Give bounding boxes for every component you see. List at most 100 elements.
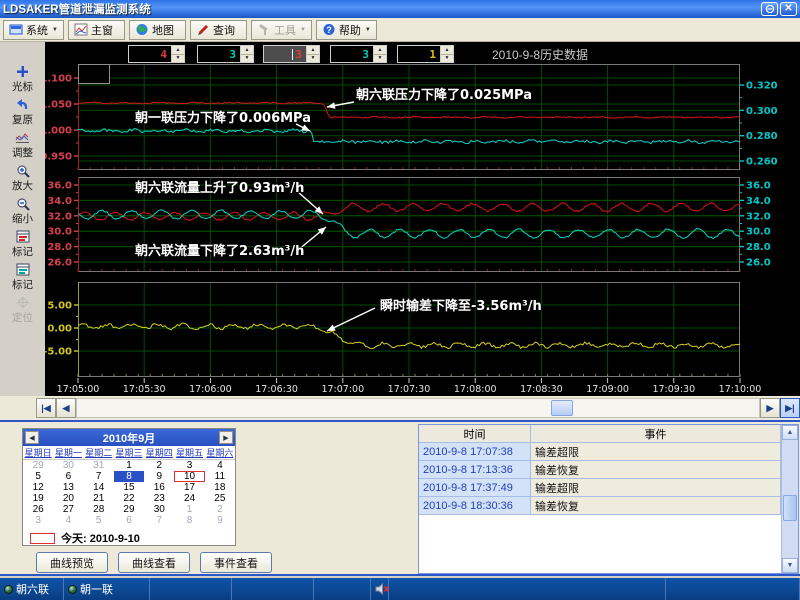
calendar-day[interactable]: 6 <box>53 471 83 482</box>
calendar-day[interactable]: 18 <box>205 482 235 493</box>
scroll-skip-start-icon[interactable]: |◀ <box>36 398 56 418</box>
channel-spinner-1[interactable]: 4▲▼ <box>128 45 185 63</box>
weekday-label[interactable]: 星期五 <box>174 446 204 459</box>
titlebar-theta-icon[interactable] <box>761 2 778 16</box>
calendar-day[interactable]: 5 <box>23 471 53 482</box>
event-row[interactable]: 2010-9-8 17:13:36输差恢复 <box>419 461 781 479</box>
spinner-up-icon[interactable]: ▲ <box>241 46 253 55</box>
spinner-up-icon[interactable]: ▲ <box>374 46 386 55</box>
curve-preview-button[interactable]: 曲线预览 <box>36 552 108 573</box>
calendar-day[interactable]: 30 <box>144 504 174 515</box>
spinner-up-icon[interactable]: ▲ <box>307 46 319 55</box>
scroll-step-right-icon[interactable]: ▶ <box>760 398 780 418</box>
calendar-day[interactable]: 1 <box>114 460 144 471</box>
calendar-day[interactable]: 26 <box>23 504 53 515</box>
calendar-day[interactable]: 20 <box>53 493 83 504</box>
calendar-day[interactable]: 21 <box>84 493 114 504</box>
calendar-day[interactable]: 4 <box>205 460 235 471</box>
menu-main-window-button[interactable]: 主窗 <box>68 20 125 40</box>
scroll-track[interactable] <box>76 398 760 418</box>
spinner-down-icon[interactable]: ▼ <box>307 55 319 63</box>
channel-spinner-4[interactable]: 3▲▼ <box>330 45 387 63</box>
calendar-day[interactable]: 30 <box>53 460 83 471</box>
calendar-day[interactable]: 15 <box>114 482 144 493</box>
calendar-day[interactable]: 14 <box>84 482 114 493</box>
menu-map-button[interactable]: 地图 <box>129 20 186 40</box>
calendar-day[interactable]: 7 <box>144 515 174 526</box>
events-scrollbar[interactable]: ▲ ▼ <box>781 425 798 573</box>
tool-restore[interactable]: 复原 <box>0 97 45 128</box>
station-tab-2[interactable]: 朝一联 <box>64 578 150 600</box>
weekday-label[interactable]: 星期四 <box>144 446 174 459</box>
spinner-down-icon[interactable]: ▼ <box>374 55 386 63</box>
calendar-day[interactable]: 23 <box>144 493 174 504</box>
curve-view-button[interactable]: 曲线查看 <box>118 552 190 573</box>
calendar-day[interactable]: 19 <box>23 493 53 504</box>
spinner-up-icon[interactable]: ▲ <box>172 46 184 55</box>
channel-spinner-3[interactable]: 3▲▼ <box>263 45 320 63</box>
calendar-day[interactable]: 29 <box>23 460 53 471</box>
calendar-day[interactable]: 8 <box>174 515 204 526</box>
calendar-day[interactable]: 9 <box>205 515 235 526</box>
calendar-day[interactable]: 13 <box>53 482 83 493</box>
calendar-day[interactable]: 31 <box>84 460 114 471</box>
menu-system-button[interactable]: 系统▼ <box>3 20 64 40</box>
calendar-day[interactable]: 3 <box>174 460 204 471</box>
tool-cursor[interactable]: 光标 <box>0 64 45 95</box>
weekday-label[interactable]: 星期一 <box>53 446 83 459</box>
calendar-day[interactable]: 6 <box>114 515 144 526</box>
tool-mark-1[interactable]: 标记 <box>0 229 45 260</box>
menu-query-button[interactable]: 查询 <box>190 20 247 40</box>
calendar-day[interactable]: 27 <box>53 504 83 515</box>
scroll-step-left-icon[interactable]: ◀ <box>56 398 76 418</box>
weekday-label[interactable]: 星期日 <box>23 446 53 459</box>
tool-zoom-out[interactable]: 缩小 <box>0 196 45 227</box>
calendar-day[interactable]: 25 <box>205 493 235 504</box>
calendar-day[interactable]: 2 <box>205 504 235 515</box>
station-tab-1[interactable]: 朝六联 <box>0 578 64 600</box>
today-label[interactable]: 今天: 2010-9-10 <box>61 530 140 546</box>
spinner-down-icon[interactable]: ▼ <box>241 55 253 63</box>
calendar-day[interactable]: 22 <box>114 493 144 504</box>
calendar-day-today[interactable]: 10 <box>174 471 204 482</box>
weekday-label[interactable]: 星期二 <box>84 446 114 459</box>
event-row[interactable]: 2010-9-8 18:30:36输差恢复 <box>419 497 781 515</box>
calendar-day[interactable]: 24 <box>174 493 204 504</box>
event-view-button[interactable]: 事件查看 <box>200 552 272 573</box>
event-row[interactable]: 2010-9-8 17:07:38输差超限 <box>419 443 781 461</box>
calendar-day[interactable]: 11 <box>205 471 235 482</box>
events-scroll-thumb[interactable] <box>783 495 797 521</box>
calendar-day[interactable]: 3 <box>23 515 53 526</box>
channel-spinner-5[interactable]: 1▲▼ <box>397 45 454 63</box>
calendar-next-icon[interactable]: ▶ <box>219 431 233 444</box>
events-scroll-down-icon[interactable]: ▼ <box>782 558 798 573</box>
close-icon[interactable]: ✕ <box>780 2 797 16</box>
calendar-day[interactable]: 12 <box>23 482 53 493</box>
calendar-day[interactable]: 7 <box>84 471 114 482</box>
calendar-day[interactable]: 4 <box>53 515 83 526</box>
calendar-day-selected[interactable]: 8 <box>114 471 144 482</box>
calendar-day[interactable]: 16 <box>144 482 174 493</box>
muted-speaker-icon[interactable] <box>375 583 390 595</box>
scroll-thumb[interactable] <box>551 400 573 416</box>
spinner-down-icon[interactable]: ▼ <box>172 55 184 63</box>
channel-spinner-2[interactable]: 3▲▼ <box>197 45 254 63</box>
calendar-day[interactable]: 17 <box>174 482 204 493</box>
menu-help-button[interactable]: ?帮助▼ <box>316 20 377 40</box>
calendar-day[interactable]: 28 <box>84 504 114 515</box>
calendar-day[interactable]: 29 <box>114 504 144 515</box>
spinner-up-icon[interactable]: ▲ <box>441 46 453 55</box>
calendar-day[interactable]: 9 <box>144 471 174 482</box>
weekday-label[interactable]: 星期三 <box>114 446 144 459</box>
scroll-skip-end-icon[interactable]: ▶| <box>780 398 800 418</box>
calendar-day[interactable]: 5 <box>84 515 114 526</box>
spinner-down-icon[interactable]: ▼ <box>441 55 453 63</box>
calendar-day[interactable]: 1 <box>174 504 204 515</box>
event-row[interactable]: 2010-9-8 17:37:49输差超限 <box>419 479 781 497</box>
calendar-day[interactable]: 2 <box>144 460 174 471</box>
calendar-prev-icon[interactable]: ◀ <box>25 431 39 444</box>
tool-mark-2[interactable]: 标记 <box>0 262 45 293</box>
events-scroll-up-icon[interactable]: ▲ <box>782 425 798 440</box>
tool-zoom-in[interactable]: 放大 <box>0 163 45 194</box>
tool-adjust[interactable]: 调整 <box>0 130 45 161</box>
